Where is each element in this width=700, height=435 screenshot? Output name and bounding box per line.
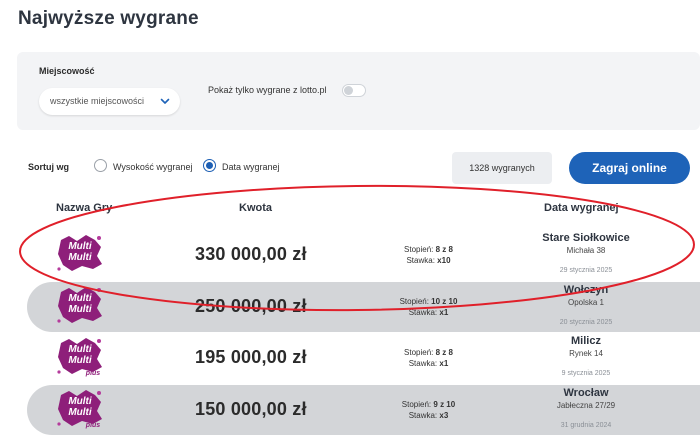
win-date: 29 stycznia 2025 <box>559 267 613 274</box>
multi-multi-logo: MultiMulti <box>57 287 102 323</box>
toggle-knob <box>344 86 353 95</box>
win-amount: 250 000,00 zł <box>195 296 307 316</box>
multi-multi-plus-logo: MultiMulti plus <box>57 390 102 429</box>
svg-text:Multi: Multi <box>68 252 92 263</box>
sort-radio-amount-label[interactable]: Wysokość wygranej <box>113 162 192 172</box>
table-row[interactable]: Multi Multi plus 150 000,00 zł Stopień: 9 z … <box>27 385 700 435</box>
win-stake: Stawka: x1 <box>408 359 449 368</box>
win-stake: Stawka: x3 <box>408 411 449 420</box>
win-stake: Stawka: x10 <box>406 256 451 265</box>
win-tier: Stopień: 8 z 8 <box>404 245 453 254</box>
sort-radio-amount[interactable] <box>94 159 107 172</box>
svg-text:Multi: Multi <box>68 241 92 252</box>
city-select-value: wszystkie miejscowości <box>50 96 145 106</box>
win-street: Jabłeczna 27/29 <box>556 401 616 410</box>
svg-text:Multi: Multi <box>68 396 92 407</box>
column-header-game: Nazwa Gry <box>56 202 113 214</box>
chevron-down-icon <box>160 98 170 104</box>
svg-text:Multi: Multi <box>68 407 92 418</box>
win-street: Michała 38 <box>566 246 606 255</box>
column-header-date: Data wygranej <box>544 202 619 214</box>
svg-text:Multi: Multi <box>68 355 92 366</box>
lotto-only-toggle[interactable] <box>342 84 366 97</box>
win-city: Milicz <box>571 335 601 347</box>
multi-multi-plus-logo: MultiMulti plus <box>57 338 102 377</box>
results-count-badge: 1328 wygranych <box>452 152 552 184</box>
page-title: Najwyższe wygrane <box>18 8 199 29</box>
play-online-button[interactable]: Zagraj online <box>569 152 690 184</box>
win-tier: Stopień: 8 z 8 <box>404 348 453 357</box>
win-street: Rynek 14 <box>569 349 603 358</box>
svg-text:Multi: Multi <box>68 304 92 315</box>
table-row[interactable]: Multi Multi plus 195 000,00 zł Stopień: 8 z … <box>27 333 700 383</box>
filter-panel: Miejscowość wszystkie miejscowości Pokaż… <box>17 52 700 130</box>
svg-text:plus: plus <box>85 370 100 377</box>
win-city: Stare Siołkowice <box>542 232 630 244</box>
lotto-only-label: Pokaż tylko wygrane z lotto.pl <box>208 85 327 95</box>
svg-text:Multi: Multi <box>68 344 92 355</box>
svg-text:plus: plus <box>85 422 100 429</box>
win-street: Opolska 1 <box>567 298 605 307</box>
svg-text:Multi: Multi <box>68 293 92 304</box>
win-tier: Stopień: 9 z 10 <box>401 400 456 409</box>
table-row[interactable]: Multi Multi 330 000,00 zł Stopień: 8 z 8 Sta… <box>27 230 700 280</box>
win-date: 31 grudnia 2024 <box>560 422 612 429</box>
win-date: 20 stycznia 2025 <box>559 319 613 326</box>
win-city: Wrocław <box>563 387 609 399</box>
sort-label: Sortuj wg <box>28 162 69 172</box>
sort-radio-date-label[interactable]: Data wygranej <box>222 162 280 172</box>
column-header-amount: Kwota <box>239 202 272 214</box>
win-amount: 195 000,00 zł <box>195 347 307 367</box>
multi-multi-logo: MultiMulti <box>57 235 102 271</box>
win-amount: 150 000,00 zł <box>195 399 307 419</box>
win-stake: Stawka: x1 <box>408 308 449 317</box>
table-row[interactable]: Multi Multi 250 000,00 zł Stopień: 10 z 10 S… <box>27 282 700 332</box>
win-date: 9 stycznia 2025 <box>561 370 611 377</box>
sort-radio-date[interactable] <box>203 159 216 172</box>
win-tier: Stopień: 10 z 10 <box>399 297 458 306</box>
win-city: Wołczyn <box>563 284 609 296</box>
city-filter-label: Miejscowość <box>39 66 95 76</box>
city-select[interactable]: wszystkie miejscowości <box>39 88 180 115</box>
win-amount: 330 000,00 zł <box>195 244 307 264</box>
